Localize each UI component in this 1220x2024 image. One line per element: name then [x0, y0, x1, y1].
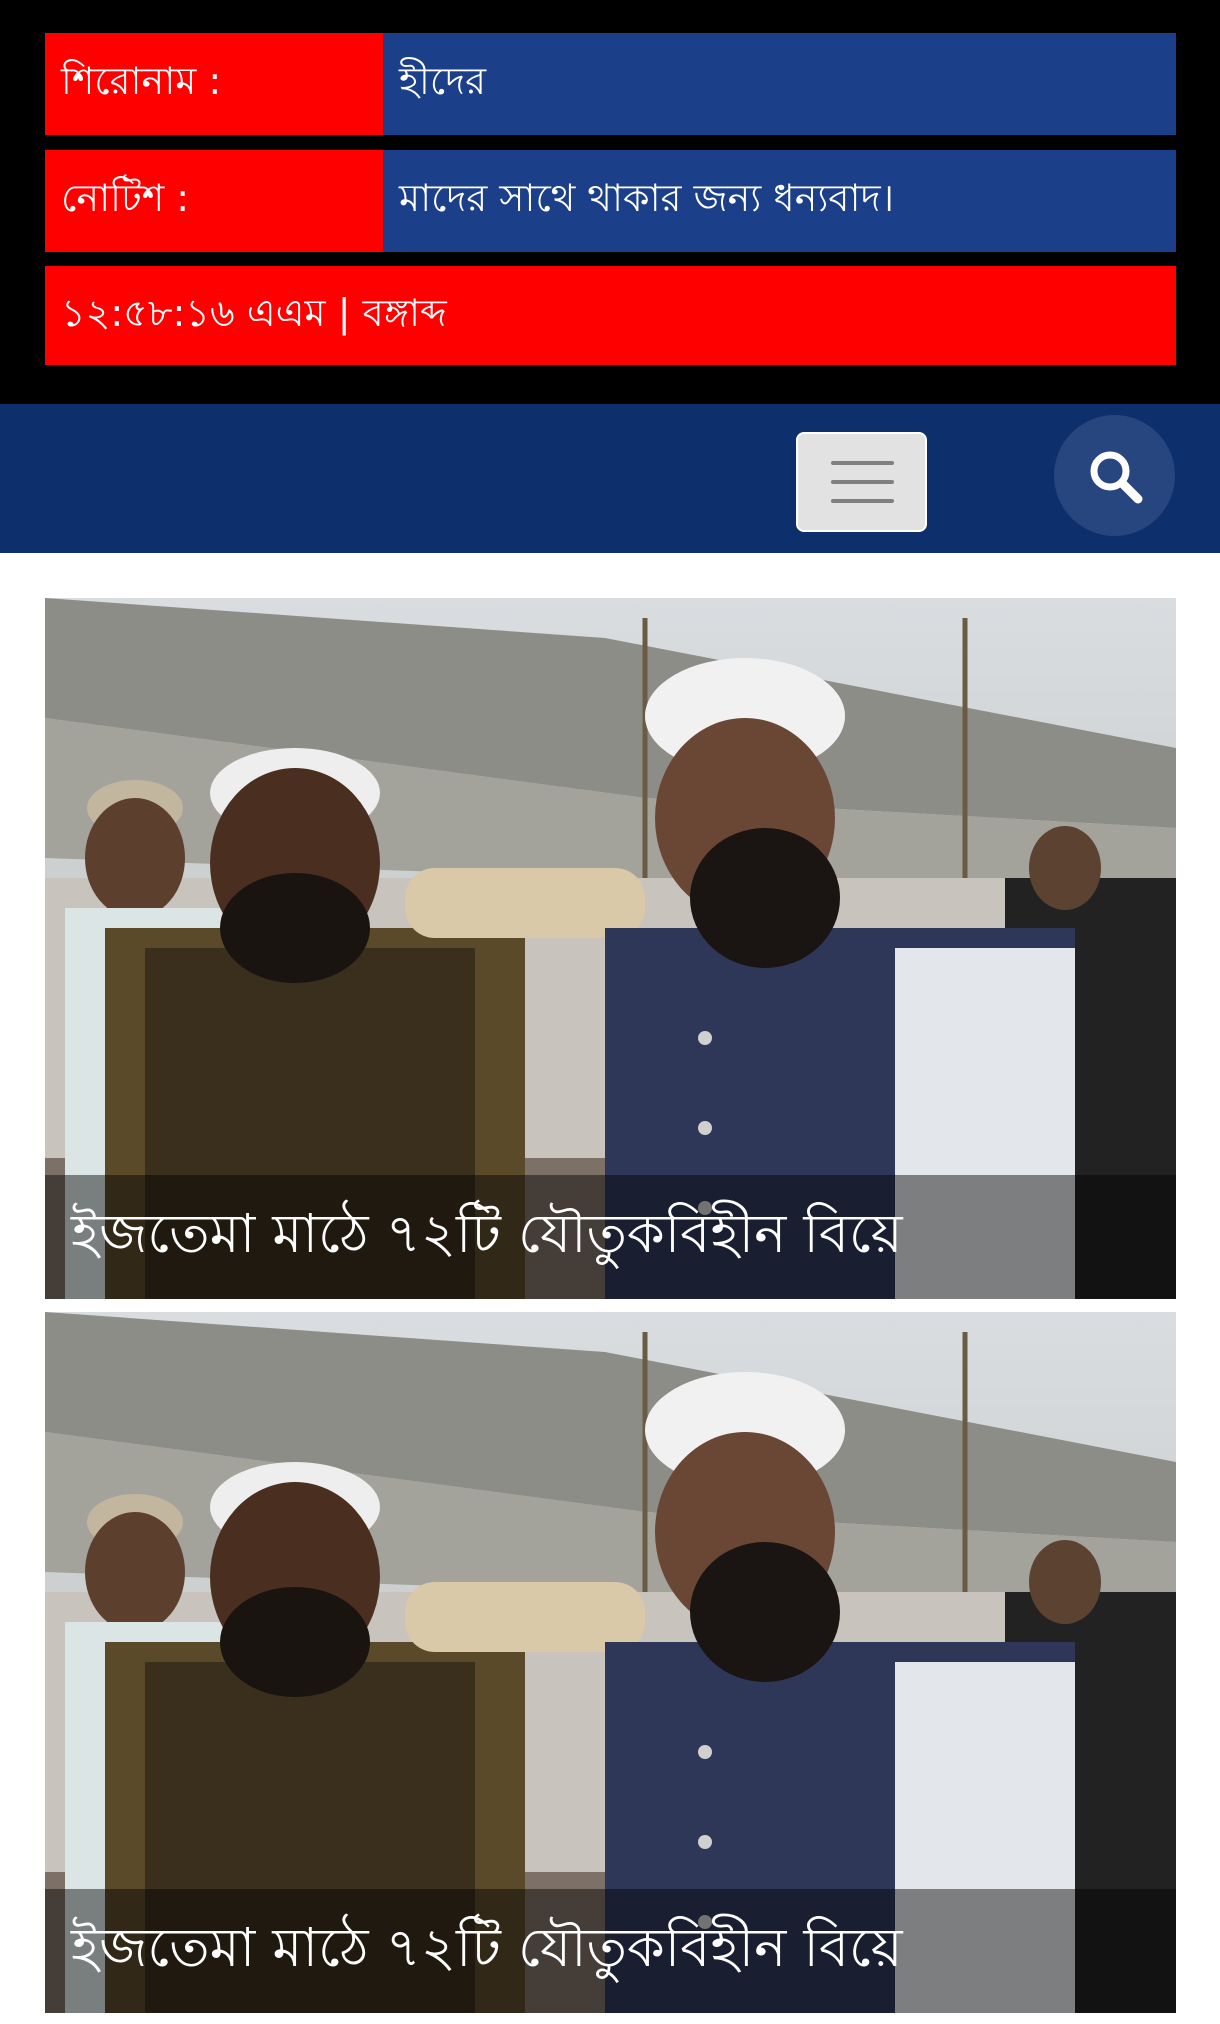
notice-label: নোটিশ : [45, 150, 383, 252]
main-nav-bar [0, 404, 1220, 553]
article-title[interactable]: ইজতেমা মাঠে ৭২টি যৌতুকবিহীন বিয়ে [45, 1175, 1176, 1299]
headline-label: শিরোনাম : [45, 33, 383, 135]
notice-row: নোটিশ : মাদের সাথে থাকার জন্য ধন্যবাদ। [45, 150, 1176, 252]
headline-ticker-text[interactable]: হীদের [383, 33, 1176, 135]
news-ticker-panel: শিরোনাম : হীদের নোটিশ : মাদের সাথে থাকার… [0, 0, 1220, 404]
news-card[interactable]: ইজতেমা মাঠে ৭২টি যৌতুকবিহীন বিয়ে [45, 598, 1176, 1299]
search-button[interactable] [1054, 415, 1175, 536]
date-time-bar: ১২:৫৮:১৬ এএম | বঙ্গাব্দ [45, 266, 1176, 365]
notice-ticker-text: মাদের সাথে থাকার জন্য ধন্যবাদ। [383, 150, 1176, 252]
search-icon [1090, 451, 1143, 504]
news-card[interactable]: ইজতেমা মাঠে ৭২টি যৌতুকবিহীন বিয়ে [45, 1312, 1176, 2013]
article-title[interactable]: ইজতেমা মাঠে ৭২টি যৌতুকবিহীন বিয়ে [45, 1889, 1176, 2013]
headline-row: শিরোনাম : হীদের [45, 33, 1176, 135]
menu-toggle-button[interactable] [796, 432, 927, 532]
